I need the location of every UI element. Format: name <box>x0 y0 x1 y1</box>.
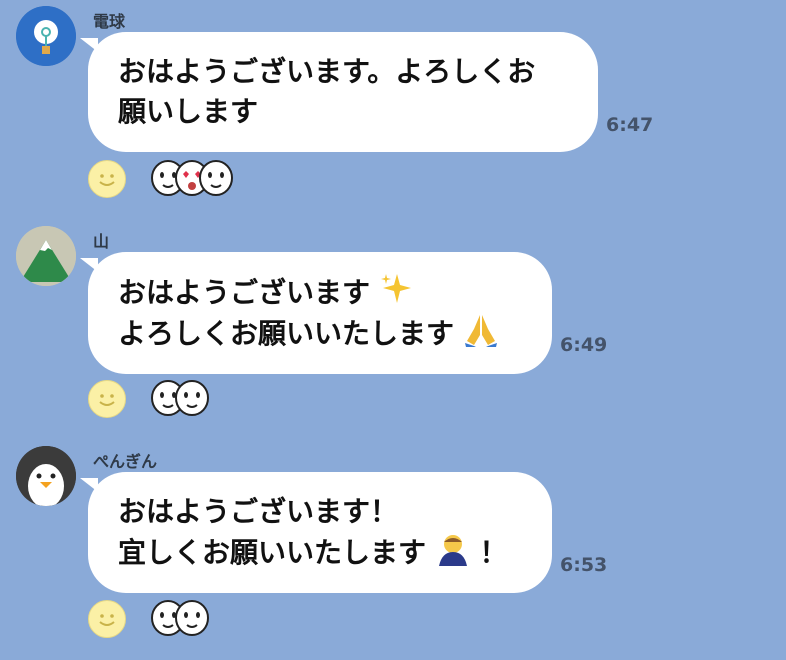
add-reaction-button[interactable] <box>88 600 126 638</box>
sender-name: ぺんぎん <box>93 452 158 471</box>
timestamp: 6:53 <box>560 554 608 576</box>
sparkles-emoji-icon <box>380 274 411 303</box>
message-bubble[interactable]: おはようございます。よろしくお 願いします <box>88 32 598 152</box>
avatar-mountain[interactable] <box>16 226 76 286</box>
message-line: おはようございます <box>118 272 522 313</box>
message-row: ぺんぎん おはようございます！ 宜しくお願いいたします ！ 6:53 <box>0 440 786 660</box>
message-row: 電球 おはようございます。よろしくお 願いします 6:47 <box>0 0 786 220</box>
add-reaction-button[interactable] <box>88 160 126 198</box>
smiley-icon <box>99 614 115 626</box>
folded-hands-emoji-icon <box>464 315 497 347</box>
avatar-penguin[interactable] <box>16 446 76 506</box>
message-bubble[interactable]: おはようございます！ 宜しくお願いいたします ！ <box>88 472 552 593</box>
smiley-icon <box>99 174 115 186</box>
timestamp: 6:47 <box>606 114 654 136</box>
avatar-lightbulb[interactable] <box>16 6 76 66</box>
message-text: 宜しくお願いいたします <box>118 536 427 569</box>
sender-name: 電球 <box>93 12 126 31</box>
message-line: 宜しくお願いいたします ！ <box>118 532 522 573</box>
mountain-icon <box>16 226 76 286</box>
smiley-icon <box>99 394 115 406</box>
message-line: おはようございます！ <box>118 495 399 528</box>
face-sticker-icon <box>199 160 233 196</box>
message-line: おはようございます。よろしくお <box>118 55 536 88</box>
sender-name: 山 <box>93 232 110 251</box>
add-reaction-button[interactable] <box>88 380 126 418</box>
lightbulb-icon <box>16 6 76 66</box>
message-line: 願いします <box>118 95 259 128</box>
message-row: 山 おはようございます よろしくお願いいたします 6:49 <box>0 220 786 440</box>
penguin-icon <box>16 446 76 506</box>
timestamp: 6:49 <box>560 334 608 356</box>
bowing-person-emoji-icon <box>438 535 467 566</box>
message-text: よろしくお願いいたします <box>118 317 455 350</box>
message-line: よろしくお願いいたします <box>118 313 522 354</box>
message-text: おはようございます <box>118 276 371 309</box>
message-bubble[interactable]: おはようございます よろしくお願いいたします <box>88 252 552 374</box>
message-text-suffix: ！ <box>479 536 508 569</box>
face-sticker-icon <box>175 380 209 416</box>
face-sticker-icon <box>175 600 209 636</box>
